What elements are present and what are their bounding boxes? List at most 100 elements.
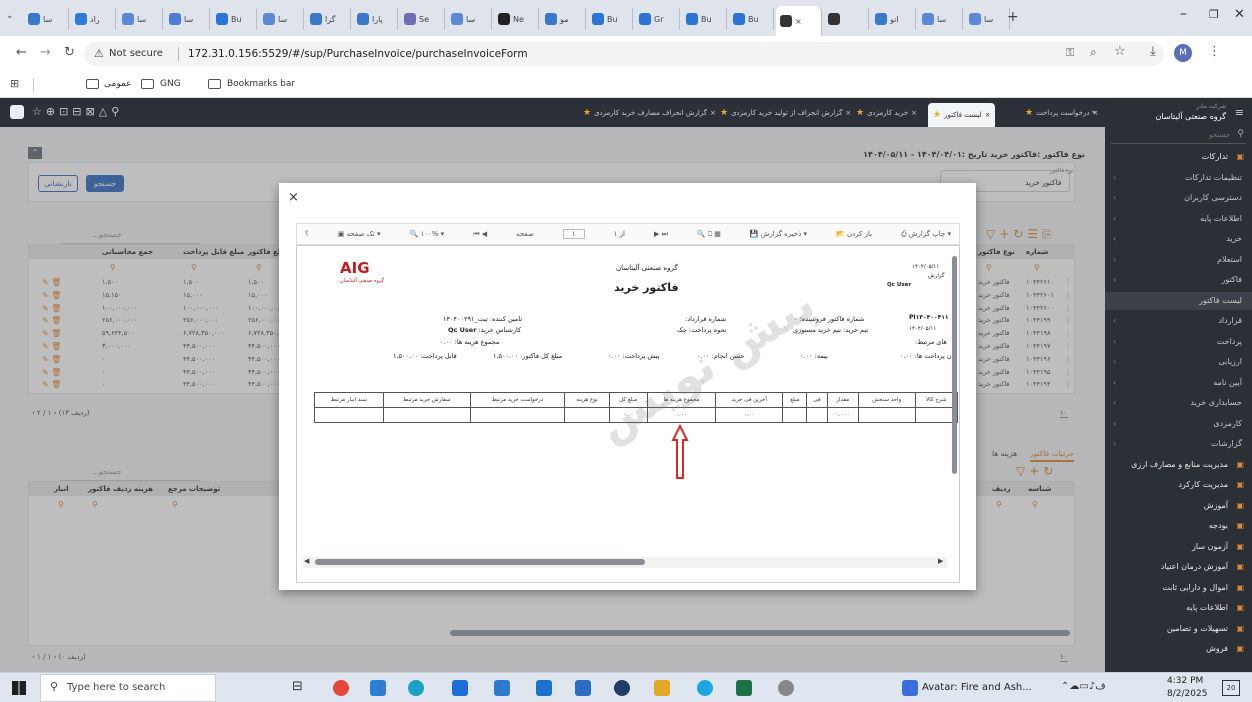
sidebar-item[interactable]: آیین نامه — [1213, 378, 1242, 387]
tab-close-icon[interactable]: × — [985, 111, 991, 119]
clock-time[interactable]: 4:32 PM — [1167, 676, 1203, 686]
bookmark-omumi[interactable]: عمومی — [104, 79, 132, 89]
app-icon[interactable] — [494, 680, 510, 696]
app-tab[interactable]: ★ خرید کارمزدی × — [856, 105, 917, 121]
zoom-select[interactable]: ▾ ۱۰۰% 🔍 — [410, 230, 445, 238]
not-secure-label[interactable]: Not secure — [109, 48, 163, 59]
tray-icons[interactable]: ⌃☁▭♪ف — [1061, 681, 1106, 692]
chevron-left-icon[interactable]: ‹ — [1113, 193, 1116, 202]
tab-close-icon[interactable]: × — [710, 109, 716, 117]
warning-icon[interactable]: ⚠ — [94, 47, 104, 60]
chevron-left-icon[interactable]: ‹ — [1113, 255, 1116, 264]
toolbar-icons-misc[interactable]: ▦ ⎕ 🔍 — [697, 230, 721, 239]
browser-tab[interactable]: Gr — [635, 8, 680, 30]
skype-icon[interactable] — [697, 680, 713, 696]
bookmark-gng[interactable]: GNG — [160, 79, 181, 89]
single-page-button[interactable]: ▾ تک صفحه ▣ — [338, 230, 381, 238]
chevron-left-icon[interactable]: ‹ — [1113, 275, 1116, 284]
tab-close-icon[interactable]: × — [911, 109, 917, 117]
sidebar-item[interactable]: آموزش — [1204, 501, 1228, 510]
favorite-star-icon[interactable]: ★ — [1025, 108, 1033, 118]
page-number-input[interactable]: ۱ — [562, 229, 585, 239]
favorite-star-icon[interactable]: ★ — [933, 110, 941, 120]
chevron-left-icon[interactable]: ‹ — [1113, 378, 1116, 387]
sidebar-item[interactable]: لیست فاکتور — [1199, 296, 1242, 305]
edge-icon[interactable] — [408, 680, 424, 696]
scroll-left-icon[interactable]: ◀ — [304, 557, 309, 565]
sidebar-item[interactable]: اموال و دارایی ثابت — [1162, 583, 1228, 592]
app-tab[interactable]: ★ گزارش انحراف از تولید خرید کارمزدی × — [720, 105, 851, 121]
app-icon[interactable] — [614, 680, 630, 696]
browser-tab[interactable]: Se — [400, 8, 445, 30]
profile-avatar[interactable]: M — [1174, 44, 1192, 62]
hamburger-icon[interactable]: ≡ — [1235, 106, 1244, 119]
back-icon[interactable]: ← — [16, 45, 27, 60]
window-minimize-icon[interactable]: – — [1180, 6, 1187, 22]
sidebar-item[interactable]: حسابداری خرید — [1190, 398, 1242, 407]
sidebar-item[interactable]: تسهیلات و تضامین — [1167, 624, 1228, 633]
browser-tab[interactable]: Bu — [588, 8, 633, 30]
tabs-dropdown-icon[interactable]: ⌄ — [1090, 106, 1098, 116]
media-icon[interactable] — [902, 680, 918, 696]
browser-tab[interactable]: Ne — [494, 8, 539, 30]
taskbar-search-placeholder[interactable]: Type here to search — [67, 682, 165, 693]
app-icon[interactable] — [778, 680, 794, 696]
browser-tab[interactable]: سا — [918, 8, 963, 30]
browser-tab[interactable]: گزا — [306, 8, 351, 30]
app-tab[interactable]: ★ لیست فاکتور × — [928, 103, 996, 127]
app-tab[interactable]: ★ گزارش انحراف مصارف خرید کارمزدی × — [583, 105, 716, 121]
chevron-left-icon[interactable]: ‹ — [1113, 316, 1116, 325]
browser-tab[interactable] — [824, 8, 869, 30]
forward-icon[interactable]: → — [40, 45, 51, 60]
chrome-icon[interactable] — [333, 680, 349, 696]
browser-tab[interactable]: سا — [447, 8, 492, 30]
chevron-left-icon[interactable]: ‹ — [1113, 234, 1116, 243]
task-view-icon[interactable]: ⊟ — [292, 679, 303, 694]
chevron-left-icon[interactable]: ‹ — [1113, 419, 1116, 428]
browser-tab[interactable]: Bu — [729, 8, 774, 30]
sidebar-item[interactable]: بودجه — [1209, 521, 1228, 530]
tab-close-icon[interactable]: × — [795, 17, 802, 26]
modal-close-button[interactable]: × — [288, 190, 299, 205]
tab-search-chevron-icon[interactable]: ⌄ — [6, 11, 14, 21]
password-key-icon[interactable]: ⚿ — [1066, 46, 1074, 60]
browser-tab[interactable]: Bu — [212, 8, 257, 30]
sidebar-item[interactable]: پرداخت — [1217, 337, 1242, 346]
excel-icon[interactable] — [736, 680, 752, 696]
browser-tab[interactable]: راد — [71, 8, 116, 30]
media-title[interactable]: Avatar: Fire and Ash... — [922, 682, 1032, 693]
open-report-button[interactable]: باز کردن 📂 — [836, 230, 872, 238]
sidebar-item[interactable]: آزمون ساز — [1192, 542, 1228, 551]
download-icon[interactable]: ⤓ — [1150, 44, 1156, 59]
app-logo-icon[interactable] — [10, 105, 24, 119]
sidebar-item[interactable]: استعلام — [1217, 255, 1242, 264]
browser-tab[interactable]: مو — [541, 8, 586, 30]
bookmark-bookmarks-bar[interactable]: Bookmarks bar — [227, 79, 295, 89]
sidebar-item[interactable]: مدیریت منابع و مصارف ارزی — [1131, 460, 1228, 469]
chevron-left-icon[interactable]: ‹ — [1113, 357, 1116, 366]
favorite-star-icon[interactable]: ★ — [583, 108, 591, 118]
app-tab[interactable]: ★ درخواست پرداخت × — [1025, 105, 1098, 121]
browser-tab[interactable]: پارا — [353, 8, 398, 30]
chevron-left-icon[interactable]: ‹ — [1113, 337, 1116, 346]
sidebar-item[interactable]: گزارشات — [1211, 439, 1242, 448]
app-icon[interactable] — [654, 680, 670, 696]
sidebar-item[interactable]: دسترسی کاربران — [1184, 193, 1242, 202]
last-page-button[interactable]: ⏭ ▶ — [654, 230, 668, 239]
browser-menu-icon[interactable]: ⋮ — [1208, 44, 1221, 59]
app-icon[interactable] — [370, 680, 386, 696]
sidebar-item[interactable]: تدارکات — [1202, 152, 1228, 161]
sidebar-item[interactable]: فاکتور — [1222, 275, 1242, 284]
first-page-button[interactable]: ◀ ⏮ — [473, 230, 487, 239]
sidebar-item[interactable]: کارمزدی — [1213, 419, 1242, 428]
sidebar-item[interactable]: خرید — [1226, 234, 1242, 243]
windows-start-icon[interactable] — [12, 681, 26, 695]
browser-tab[interactable]: Bu — [682, 8, 727, 30]
window-close-icon[interactable]: ✕ — [1234, 7, 1245, 22]
sidebar-item[interactable]: آموزش درمان اعتیاد — [1161, 562, 1228, 571]
apps-grid-icon[interactable]: ⊞ — [10, 77, 19, 90]
print-report-button[interactable]: ▾ چاپ گزارش ⎙ — [901, 230, 951, 239]
favorite-star-icon[interactable]: ★ — [856, 108, 864, 118]
chevron-left-icon[interactable]: ‹ — [1113, 398, 1116, 407]
save-report-button[interactable]: ▾ ذخیره گزارش 💾 — [750, 230, 807, 238]
